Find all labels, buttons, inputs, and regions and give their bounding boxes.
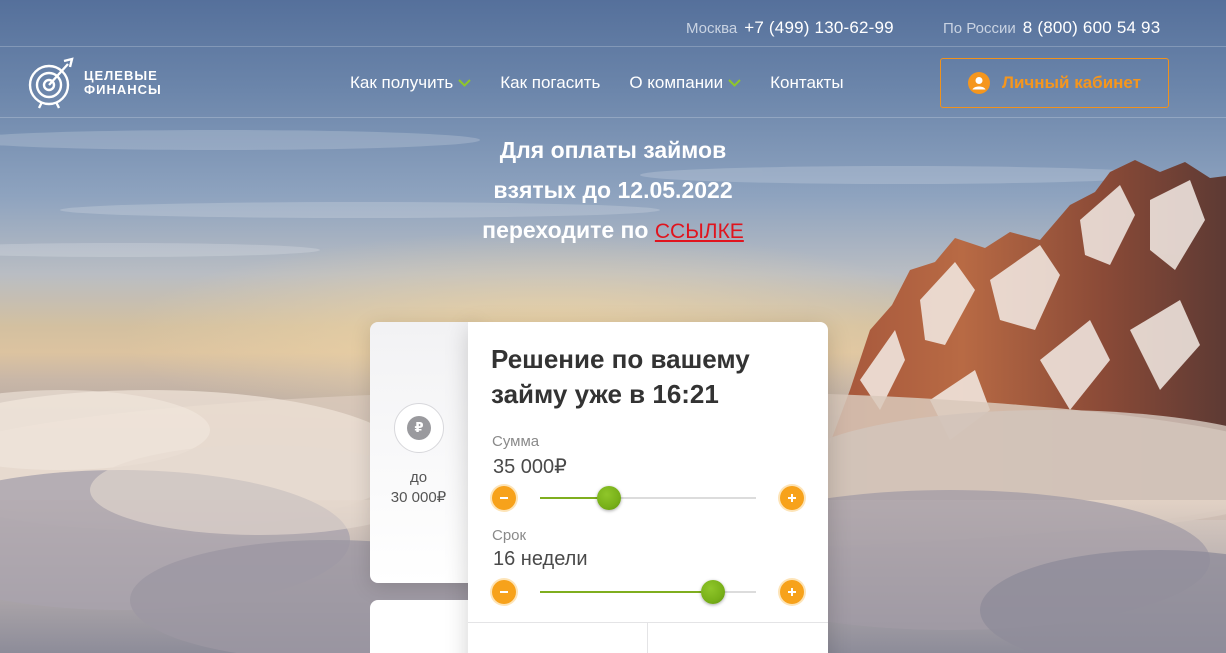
plus-icon <box>788 588 796 596</box>
calculator-divider-vertical <box>647 622 648 653</box>
term-label: Срок <box>492 527 527 544</box>
amount-increase-button[interactable] <box>780 486 804 510</box>
amount-slider <box>492 486 804 512</box>
user-icon <box>968 72 991 94</box>
moscow-contact: Москва +7 (499) 130-62-99 <box>686 18 894 38</box>
loan-calculator: Решение по вашему займу уже в 16:21 Сумм… <box>468 322 828 653</box>
notice-line-2: взятых до 12.05.2022 <box>493 177 733 203</box>
nav-item-how-to-get[interactable]: Как получить <box>350 73 471 93</box>
amount-slider-track[interactable] <box>540 486 756 510</box>
calculator-divider <box>468 622 828 623</box>
loan-type-card[interactable]: ₽ до 30 000₽ <box>370 322 480 583</box>
term-slider <box>492 580 804 606</box>
amount-slider-thumb[interactable] <box>597 486 622 510</box>
loan-limit-amount: 30 000₽ <box>390 489 447 506</box>
minus-icon <box>500 497 508 499</box>
term-slider-track[interactable] <box>540 580 756 604</box>
nav-item-contacts[interactable]: Контакты <box>770 73 843 93</box>
chevron-down-icon <box>458 79 471 87</box>
term-slider-fill <box>540 591 713 593</box>
notice-line-3: переходите по ССЫЛКЕ <box>0 210 1226 252</box>
calculator-title: Решение по вашему займу уже в 16:21 <box>491 344 750 409</box>
loan-limit-prefix: до <box>409 469 428 486</box>
nav-item-label: Контакты <box>770 73 844 92</box>
notice-line-3-text: переходите по <box>482 217 649 243</box>
payment-notice: Для оплаты займов взятых до 12.05.2022 п… <box>0 130 1226 252</box>
moscow-city-label: Москва <box>686 20 738 37</box>
amount-value: 35 000₽ <box>493 456 567 478</box>
personal-cabinet-button[interactable]: Личный кабинет <box>940 58 1169 108</box>
russia-contact: По России 8 (800) 600 54 93 <box>943 18 1160 38</box>
main-nav: Как получить Как погасить О компании Кон… <box>350 73 844 93</box>
term-slider-thumb[interactable] <box>700 580 725 604</box>
nav-item-label: О компании <box>629 73 724 92</box>
notice-link[interactable]: ССЫЛКЕ <box>655 220 744 243</box>
term-value: 16 недели <box>493 548 588 570</box>
personal-cabinet-label: Личный кабинет <box>1002 73 1141 92</box>
target-logo-icon <box>28 57 74 109</box>
notice-line-1: Для оплаты займов <box>499 137 727 163</box>
logo-line-2: ФИНАНСЫ <box>84 82 162 97</box>
contacts-bar: Москва +7 (499) 130-62-99 По России 8 (8… <box>0 0 1226 47</box>
russia-phone-link[interactable]: 8 (800) 600 54 93 <box>1023 18 1161 38</box>
term-increase-button[interactable] <box>780 580 804 604</box>
nav-item-how-to-repay[interactable]: Как погасить <box>500 73 600 93</box>
minus-icon <box>500 591 508 593</box>
nav-item-label: Как погасить <box>500 73 601 92</box>
ruble-icon: ₽ <box>394 403 444 453</box>
ruble-glyph: ₽ <box>407 416 431 440</box>
logo-line-1: ЦЕЛЕВЫЕ <box>84 68 158 83</box>
plus-icon <box>788 494 796 502</box>
russia-city-label: По России <box>943 20 1016 37</box>
nav-item-about[interactable]: О компании <box>629 73 741 93</box>
logo-wordmark: ЦЕЛЕВЫЕ ФИНАНСЫ <box>84 69 162 97</box>
loan-type-card-2[interactable] <box>370 600 480 653</box>
moscow-phone-link[interactable]: +7 (499) 130-62-99 <box>744 18 894 38</box>
amount-decrease-button[interactable] <box>492 486 516 510</box>
term-decrease-button[interactable] <box>492 580 516 604</box>
loan-limit-label: до 30 000₽ <box>370 468 467 508</box>
chevron-down-icon <box>728 79 741 87</box>
logo[interactable]: ЦЕЛЕВЫЕ ФИНАНСЫ <box>28 57 162 109</box>
site-header: ЦЕЛЕВЫЕ ФИНАНСЫ Как получить Как погасит… <box>0 48 1226 118</box>
amount-label: Сумма <box>492 433 540 450</box>
nav-item-label: Как получить <box>350 73 454 92</box>
